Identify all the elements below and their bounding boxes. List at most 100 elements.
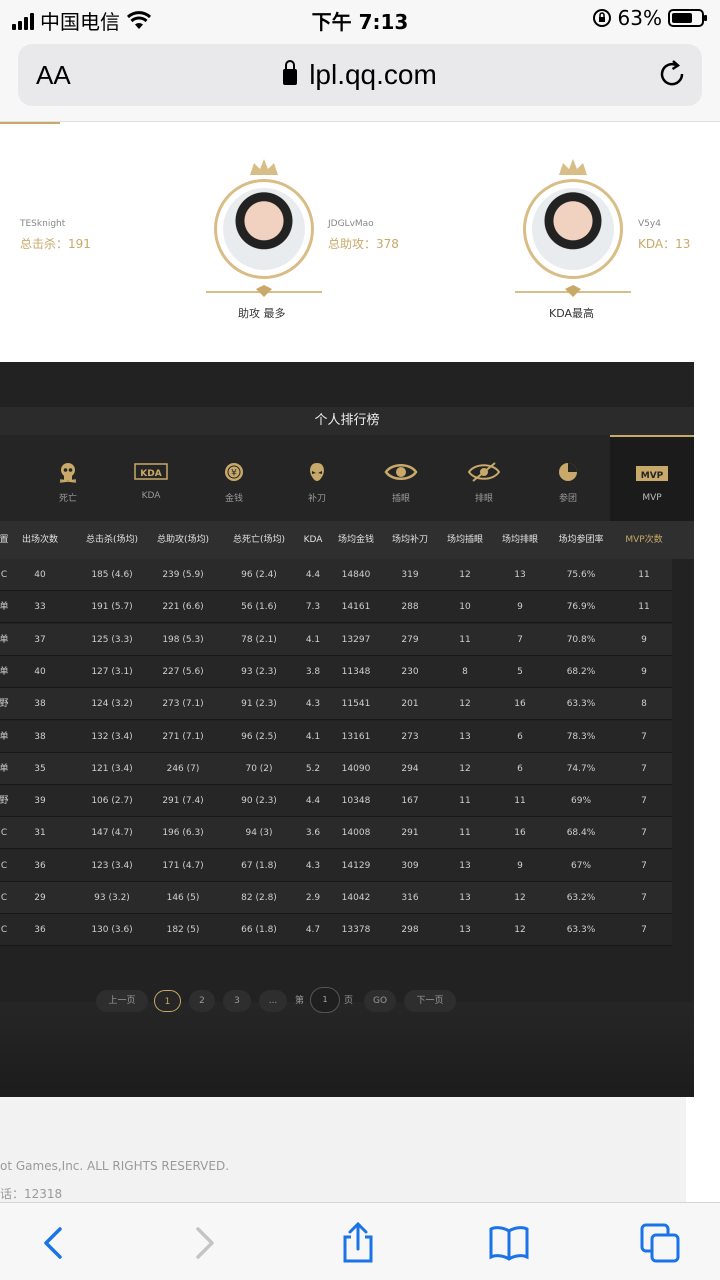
table-cell: 171 (4.7) — [162, 860, 204, 871]
lock-icon — [283, 60, 298, 85]
table-cell: 196 (6.3) — [162, 828, 204, 839]
bookmarks-icon[interactable] — [487, 1221, 531, 1265]
table-cell: 野 — [0, 699, 9, 710]
table-row[interactable]: C 36 130 (3.6) 182 (5) 66 (1.8) 4.7 13378 298 13… — [0, 914, 672, 947]
status-bar: 中国电信 下午 7:13 63% — [0, 0, 720, 38]
table-row[interactable]: 单 33 191 (5.7) 221 (6.6) 56 (1.6) 7.3 14161 288… — [0, 591, 672, 624]
prev-page-button[interactable]: 上一页 — [96, 990, 148, 1012]
table-row[interactable]: C 36 123 (3.4) 171 (4.7) 67 (1.8) 4.3 14129 309… — [0, 849, 672, 882]
next-page-button[interactable]: 下一页 — [404, 990, 456, 1012]
column-header[interactable]: 总死亡(场均) — [233, 521, 285, 559]
player-stat: 总击杀：191 — [20, 237, 91, 251]
back-icon[interactable] — [32, 1221, 76, 1265]
table-cell: 13 — [459, 925, 471, 936]
tab-label: 排眼 — [474, 494, 493, 504]
column-header-mvp[interactable]: MVP次数 — [625, 521, 662, 559]
forward-icon[interactable] — [182, 1221, 226, 1265]
table-cell: 12 — [459, 699, 471, 710]
table-cell: 13378 — [341, 925, 371, 936]
tab-cs[interactable]: 补刀 — [282, 435, 352, 521]
table-cell: 14161 — [341, 602, 371, 613]
table-row[interactable]: C 29 93 (3.2) 146 (5) 82 (2.8) 2.9 14042 316 13 1… — [0, 882, 672, 914]
tab-kda[interactable]: KDA KDA — [116, 435, 186, 521]
column-header[interactable]: 场均金钱 — [338, 521, 374, 559]
column-header[interactable]: 场均排眼 — [502, 521, 538, 559]
column-header[interactable]: 总击杀(场均) — [86, 521, 138, 559]
share-icon[interactable] — [336, 1221, 380, 1265]
table-cell: 13161 — [341, 731, 371, 742]
column-header[interactable]: 场均参团率 — [558, 521, 603, 559]
table-cell: 4.4 — [305, 570, 321, 580]
player-stat: KDA：13 — [638, 237, 691, 251]
table-cell: 298 — [401, 925, 419, 936]
table-cell: 7 — [641, 828, 647, 839]
column-header[interactable]: 场均补刀 — [392, 521, 428, 559]
page-button-2[interactable]: 2 — [189, 990, 215, 1012]
table-cell: 68.2% — [566, 666, 596, 677]
table-cell: 94 (3) — [245, 828, 273, 839]
page-number-input[interactable]: 1 — [310, 987, 340, 1013]
coin-icon: ¥ — [225, 463, 243, 481]
table-cell: 9 — [641, 666, 647, 677]
table-row[interactable]: C 40 185 (4.6) 239 (5.9) 96 (2.4) 4.4 14840 319… — [0, 559, 672, 591]
table-cell: 132 (3.4) — [91, 731, 133, 742]
page-button-3[interactable]: 3 — [223, 990, 251, 1012]
phone-text: 话：12318 — [0, 1187, 63, 1201]
table-row[interactable]: 单 40 127 (3.1) 227 (5.6) 93 (2.3) 3.8 11348 230… — [0, 655, 672, 688]
tab-wards-cleared[interactable]: 排眼 — [449, 435, 519, 521]
table-cell: 125 (3.3) — [91, 634, 133, 645]
pagination: 上一页 1 2 3 ... 第 1 页 GO 下一页 — [0, 987, 694, 1017]
table-row[interactable]: 野 39 106 (2.7) 291 (7.4) 90 (2.3) 4.4 10348 167… — [0, 785, 672, 818]
table-row[interactable]: C 31 147 (4.7) 196 (6.3) 94 (3) 3.6 14008 291 11… — [0, 817, 672, 850]
table-cell: 7 — [641, 796, 647, 807]
table-cell: 11 — [638, 570, 650, 580]
tabs-icon[interactable] — [638, 1221, 682, 1265]
table-cell: 14090 — [341, 763, 371, 774]
table-cell: 78 (2.1) — [241, 634, 277, 645]
table-row[interactable]: 野 38 124 (3.2) 273 (7.1) 91 (2.3) 4.3 11541 201… — [0, 688, 672, 721]
tab-gold[interactable]: ¥ 金钱 — [199, 435, 269, 521]
column-header[interactable]: 出场次数 — [22, 521, 58, 559]
table-cell: 3.6 — [305, 828, 321, 839]
table-cell: 38 — [34, 699, 46, 710]
table-cell: C — [0, 925, 8, 936]
table-cell: 191 (5.7) — [91, 602, 133, 613]
table-cell: 14008 — [341, 828, 371, 839]
table-cell: 单 — [0, 731, 9, 742]
url-domain[interactable]: lpl.qq.com — [309, 59, 437, 90]
player-medal — [206, 157, 322, 307]
table-row[interactable]: 单 35 121 (3.4) 246 (7) 70 (2) 5.2 14090 294 12 6 7… — [0, 752, 672, 785]
table-cell: 294 — [401, 763, 419, 774]
column-header[interactable]: 置 — [0, 521, 9, 559]
tab-mvp[interactable]: MVP MVP — [610, 435, 694, 521]
ranking-tabs: 死亡 KDA KDA ¥ 金钱 补刀 插眼 排眼 参团 MVP MVP — [0, 435, 694, 521]
table-cell: 271 (7.1) — [162, 731, 204, 742]
table-cell: 319 — [401, 570, 419, 580]
table-cell: 246 (7) — [166, 763, 200, 774]
column-header[interactable]: KDA — [304, 521, 323, 559]
reload-icon[interactable] — [656, 58, 688, 90]
table-cell: 13 — [459, 893, 471, 903]
table-cell: 11 — [514, 796, 526, 807]
page-ellipsis: ... — [259, 990, 287, 1012]
tab-wards-placed[interactable]: 插眼 — [366, 435, 436, 521]
table-cell: 单 — [0, 666, 9, 677]
tab-deaths[interactable]: 死亡 — [33, 435, 103, 521]
player-name: TESknight — [20, 219, 66, 229]
go-button[interactable]: GO — [364, 990, 396, 1012]
table-row[interactable]: 单 38 132 (3.4) 271 (7.1) 96 (2.5) 4.1 13161 273… — [0, 720, 672, 753]
table-cell: 309 — [401, 860, 419, 871]
page-button-1[interactable]: 1 — [154, 990, 181, 1012]
table-cell: 96 (2.4) — [241, 570, 277, 580]
column-header[interactable]: 总助攻(场均) — [157, 521, 209, 559]
table-cell: 4.4 — [305, 796, 321, 807]
table-cell: 167 — [401, 796, 419, 807]
table-cell: 7 — [641, 763, 647, 774]
browser-address-area: AA lpl.qq.com — [0, 38, 720, 122]
tab-label: 插眼 — [391, 494, 410, 504]
table-row[interactable]: 单 37 125 (3.3) 198 (5.3) 78 (2.1) 4.1 13297 279… — [0, 623, 672, 656]
tab-participation[interactable]: 参团 — [533, 435, 603, 521]
table-cell: 33 — [34, 602, 46, 613]
address-bar[interactable]: AA lpl.qq.com — [18, 44, 702, 106]
column-header[interactable]: 场均插眼 — [447, 521, 483, 559]
